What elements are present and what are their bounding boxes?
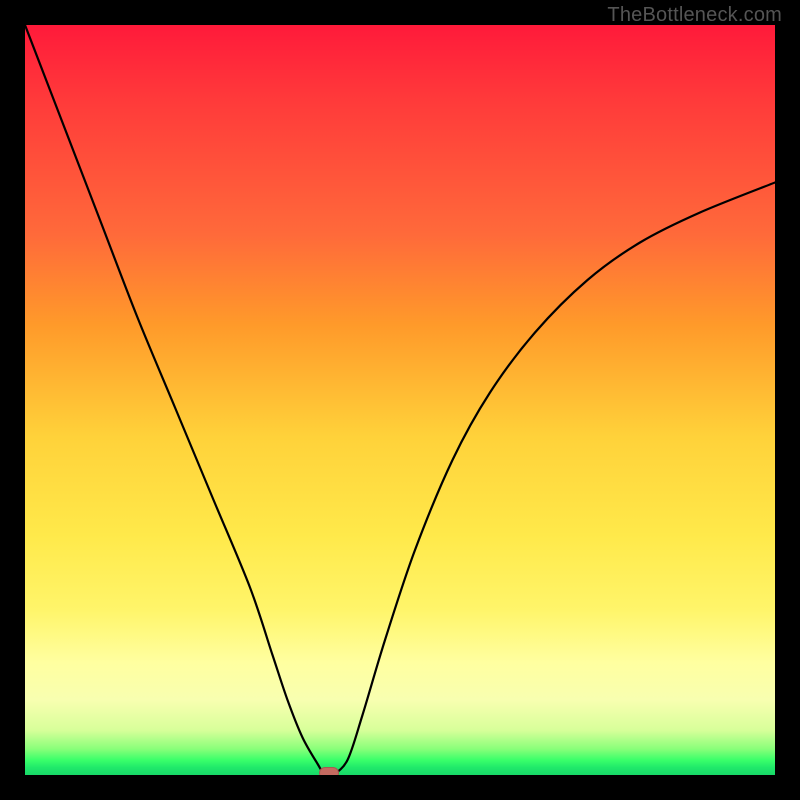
site-watermark: TheBottleneck.com (607, 4, 782, 27)
optimal-point-marker (319, 767, 339, 775)
bottleneck-curve-svg (25, 25, 775, 775)
bottleneck-curve (25, 25, 775, 775)
chart-area (25, 25, 775, 775)
